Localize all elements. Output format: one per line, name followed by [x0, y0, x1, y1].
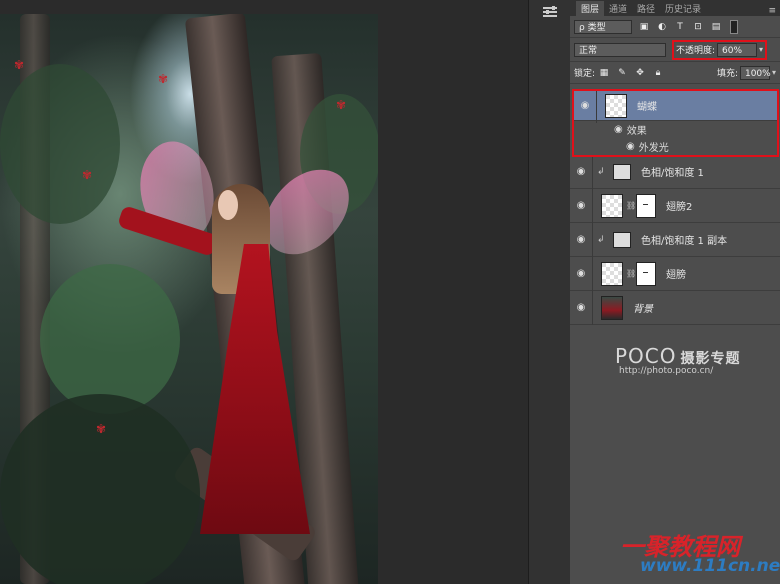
pixel-filter-icon[interactable]: ▣ — [638, 21, 650, 33]
type-filter-icon[interactable]: T — [674, 21, 686, 33]
layer-row-wings[interactable]: ◉ ⛓ 翅膀 — [570, 256, 780, 291]
opacity-field[interactable]: 60% — [717, 42, 758, 57]
clipping-icon: ↲ — [597, 166, 605, 177]
opacity-control[interactable]: 不透明度: 60% ▾ — [671, 39, 768, 60]
poco-url: http://photo.poco.cn/ — [619, 366, 714, 376]
adjustment-icon — [613, 231, 631, 248]
layer-mask-thumbnail[interactable] — [636, 261, 656, 286]
lock-all-icon[interactable]: 🔒︎ — [652, 67, 664, 79]
fill-dropdown-icon[interactable]: ▾ — [772, 68, 776, 77]
eye-icon[interactable]: ◉ — [570, 234, 592, 245]
site-url: www.111cn.net — [640, 556, 780, 576]
layer-name[interactable]: 翅膀 — [666, 266, 686, 281]
document-canvas[interactable]: ✾ ✾ ✾ ✾ ✾ — [0, 0, 528, 584]
opacity-dropdown-icon[interactable]: ▾ — [759, 45, 763, 54]
lock-transparent-icon[interactable]: ▦ — [598, 67, 610, 79]
lock-paint-icon[interactable]: ✎ — [616, 67, 628, 79]
eye-icon[interactable]: ◉ — [570, 166, 592, 177]
layers-panel: 图层 通道 路径 历史记录 ≡ ρ 类型 ▣ ◐ T ⊡ ▤ 正常 不透明度: … — [570, 0, 780, 584]
fill-field[interactable]: 100% — [739, 65, 771, 80]
tab-paths[interactable]: 路径 — [632, 1, 660, 16]
layer-name[interactable]: 色相/饱和度 1 — [641, 164, 704, 179]
layer-row-hue-sat-copy[interactable]: ◉ ↲ 色相/饱和度 1 副本 — [570, 222, 780, 257]
layer-name[interactable]: 翅膀2 — [666, 198, 692, 213]
eye-icon[interactable]: ◉ — [570, 302, 592, 313]
blend-mode-select[interactable]: 正常 — [574, 42, 666, 57]
effects-eye-icon[interactable]: ◉ — [614, 124, 623, 135]
eye-icon[interactable]: ◉ — [570, 200, 592, 211]
chain-link-icon[interactable]: ⛓ — [626, 269, 636, 278]
poco-title: 摄影专题 — [680, 351, 741, 367]
outer-glow-row[interactable]: ◉ 外发光 — [574, 138, 777, 155]
shape-filter-icon[interactable]: ⊡ — [692, 21, 704, 33]
layer-name[interactable]: 蝴蝶 — [637, 98, 657, 113]
filter-toggle[interactable] — [730, 19, 738, 34]
layer-row-background[interactable]: ◉ 背景 — [570, 290, 780, 325]
tab-layers[interactable]: 图层 — [576, 1, 605, 16]
layer-row-wings-2[interactable]: ◉ ⛓ 翅膀2 — [570, 188, 780, 223]
fill-label: 填充: — [716, 69, 738, 79]
poco-watermark: POCO 摄影专题 — [615, 344, 741, 368]
layer-list: ◉ 蝴蝶 ◉ 效果 ◉ 外发光 ◉ ↲ 色相/饱和度 1 ◉ ⛓ 翅膀2 ◉ ↲… — [570, 88, 780, 325]
lock-label: 锁定: — [574, 69, 596, 79]
panel-menu-icon[interactable]: ≡ — [768, 6, 776, 16]
effects-label: 效果 — [626, 126, 647, 137]
lock-move-icon[interactable]: ✥ — [634, 67, 646, 79]
layer-thumbnail — [601, 193, 623, 218]
chain-link-icon[interactable]: ⛓ — [626, 201, 636, 210]
layer-name[interactable]: 色相/饱和度 1 副本 — [641, 232, 727, 247]
outer-glow-eye-icon[interactable]: ◉ — [626, 141, 635, 152]
collapsed-panel-strip — [528, 0, 571, 584]
clipping-icon: ↲ — [597, 234, 605, 245]
layer-filter-select[interactable]: ρ 类型 — [574, 19, 632, 34]
layer-row-butterfly[interactable]: ◉ 蝴蝶 — [574, 88, 777, 123]
adjustment-filter-icon[interactable]: ◐ — [656, 21, 668, 33]
panel-options-icon[interactable] — [543, 6, 557, 18]
poco-logo-text: POCO — [615, 344, 677, 368]
opacity-label: 不透明度: — [676, 46, 716, 56]
tab-channels[interactable]: 通道 — [604, 1, 632, 16]
layer-thumbnail — [601, 295, 623, 320]
fairy-photo: ✾ ✾ ✾ ✾ ✾ — [0, 14, 378, 584]
adjustment-icon — [613, 163, 631, 180]
selected-layer-group: ◉ 蝴蝶 ◉ 效果 ◉ 外发光 — [572, 88, 779, 157]
layer-mask-thumbnail[interactable] — [636, 193, 656, 218]
layer-name[interactable]: 背景 — [633, 300, 653, 315]
layer-row-hue-sat-1[interactable]: ◉ ↲ 色相/饱和度 1 — [570, 154, 780, 189]
layer-thumbnail — [601, 261, 623, 286]
tab-history[interactable]: 历史记录 — [660, 1, 706, 16]
eye-icon[interactable]: ◉ — [570, 268, 592, 279]
effects-row[interactable]: ◉ 效果 — [574, 121, 777, 138]
smart-object-filter-icon[interactable]: ▤ — [710, 21, 722, 33]
lock-row: 锁定: ▦ ✎ ✥ 🔒︎ 填充: 100% ▾ — [570, 62, 780, 84]
panel-tabs: 图层 通道 路径 历史记录 ≡ — [570, 0, 780, 16]
layer-thumbnail — [605, 93, 627, 118]
filter-row: ρ 类型 ▣ ◐ T ⊡ ▤ — [570, 16, 780, 38]
outer-glow-label: 外发光 — [638, 143, 669, 154]
blend-row: 正常 不透明度: 60% ▾ — [570, 38, 780, 62]
eye-icon[interactable]: ◉ — [574, 100, 596, 111]
